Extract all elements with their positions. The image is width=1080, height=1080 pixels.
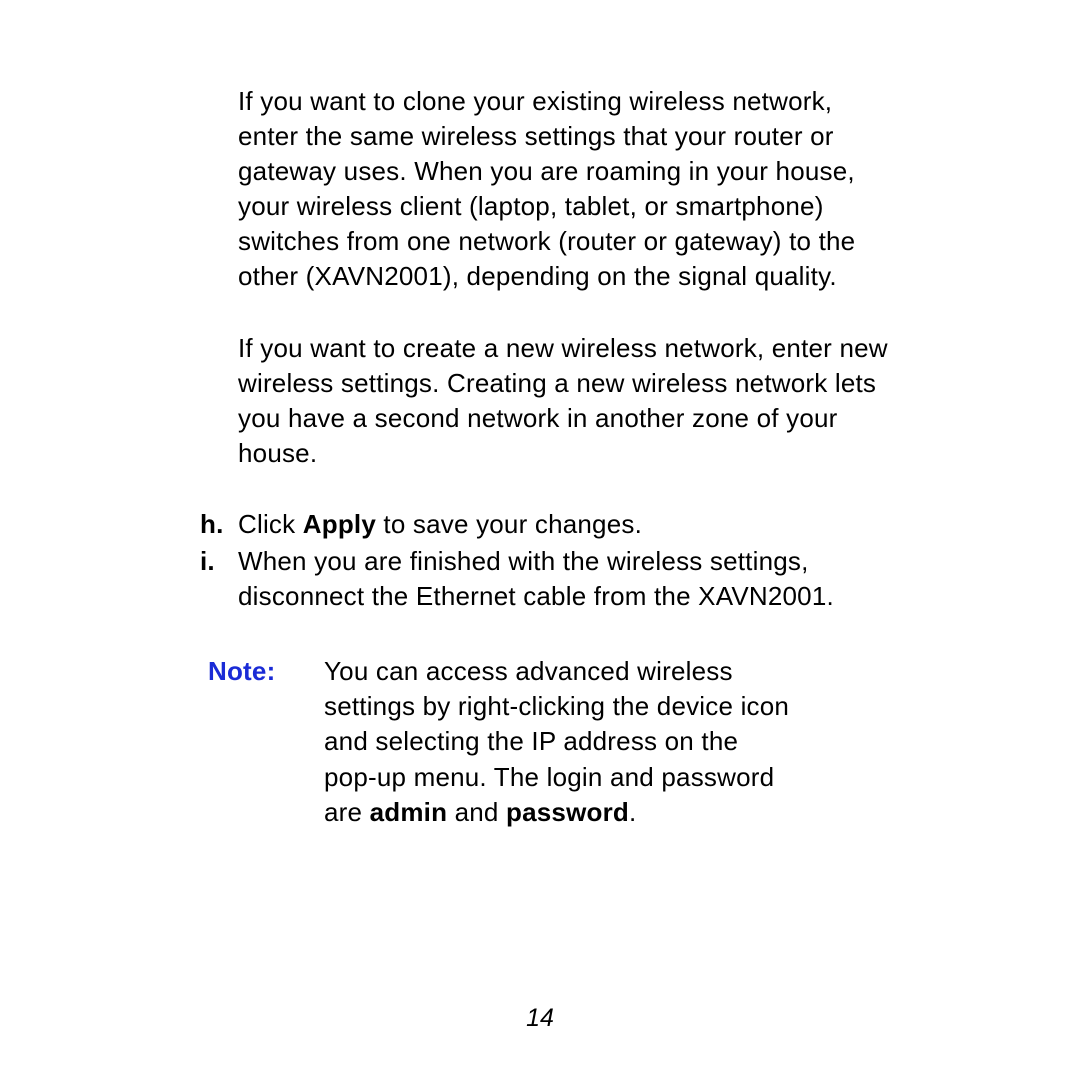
list-marker-h: h. <box>200 507 238 542</box>
list-item-text-i: When you are finished with the wireless … <box>238 544 890 614</box>
page-number: 14 <box>0 1004 1080 1033</box>
list-marker-i: i. <box>200 544 238 614</box>
note-block: Note: You can access advanced wireless s… <box>208 654 890 829</box>
apply-bold: Apply <box>303 509 376 539</box>
list-item-h: h. Click Apply to save your changes. <box>200 507 890 542</box>
text-fragment: and <box>447 797 506 827</box>
list-item-text-h: Click Apply to save your changes. <box>238 507 890 542</box>
text-fragment: . <box>629 797 636 827</box>
note-text: You can access advanced wireless setting… <box>324 654 798 829</box>
text-fragment: Click <box>238 509 303 539</box>
admin-bold: admin <box>370 797 448 827</box>
text-fragment: to save your changes. <box>376 509 642 539</box>
paragraph-new-network: If you want to create a new wireless net… <box>238 331 890 471</box>
password-bold: password <box>506 797 629 827</box>
note-label: Note: <box>208 654 324 829</box>
document-page: If you want to clone your existing wirel… <box>0 0 1080 1080</box>
list-item-i: i. When you are finished with the wirele… <box>200 544 890 614</box>
instruction-list: h. Click Apply to save your changes. i. … <box>200 507 890 614</box>
paragraph-clone: If you want to clone your existing wirel… <box>238 84 890 295</box>
